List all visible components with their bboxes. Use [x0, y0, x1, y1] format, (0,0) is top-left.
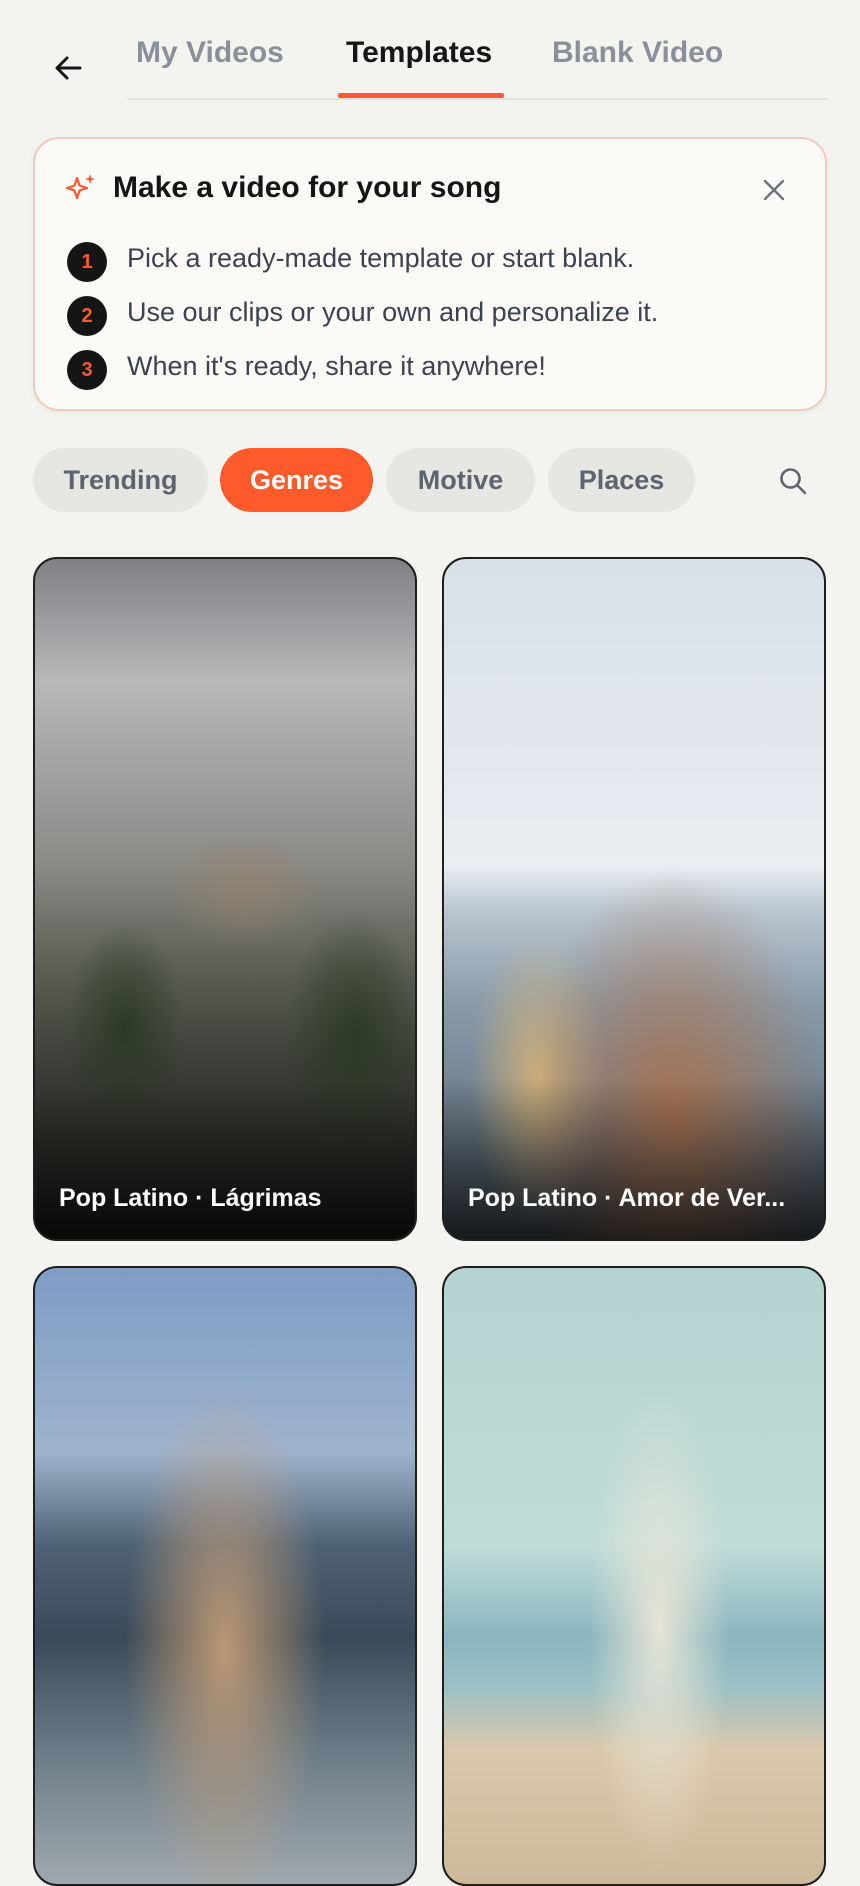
- template-card[interactable]: [442, 1266, 826, 1886]
- step-item: 1 Pick a ready-made template or start bl…: [67, 231, 658, 285]
- close-button[interactable]: [757, 173, 791, 207]
- chip-places[interactable]: Places: [548, 448, 695, 512]
- song-video-info-card: Make a video for your song 1 Pick a read…: [33, 137, 827, 411]
- template-card[interactable]: [33, 1266, 417, 1886]
- step-item: 2 Use our clips or your own and personal…: [67, 285, 658, 339]
- search-button[interactable]: [772, 460, 814, 502]
- step-text: Pick a ready-made template or start blan…: [127, 242, 635, 273]
- step-number-badge: 3: [67, 350, 107, 390]
- template-card[interactable]: Pop Latino · Lágrimas: [33, 557, 417, 1241]
- step-number-badge: 2: [67, 296, 107, 336]
- tab-my-videos[interactable]: My Videos: [136, 36, 284, 70]
- back-button[interactable]: [44, 44, 92, 92]
- sparkle-icon: [65, 172, 97, 204]
- chip-genres[interactable]: Genres: [220, 448, 373, 512]
- card-title-row: Make a video for your song: [65, 171, 501, 205]
- step-number-badge: 1: [67, 242, 107, 282]
- search-icon: [780, 468, 807, 495]
- close-icon: [763, 179, 785, 201]
- step-item: 3 When it's ready, share it anywhere!: [67, 339, 658, 393]
- tab-templates[interactable]: Templates: [346, 36, 492, 70]
- step-text: When it's ready, share it anywhere!: [127, 350, 546, 381]
- step-text: Use our clips or your own and personaliz…: [127, 296, 659, 327]
- tab-bar: My Videos Templates Blank Video: [127, 0, 827, 100]
- card-title: Make a video for your song: [113, 171, 502, 204]
- chip-trending[interactable]: Trending: [33, 448, 208, 512]
- card-fade-overlay: [35, 1079, 415, 1239]
- tab-blank-video[interactable]: Blank Video: [552, 36, 723, 70]
- template-label: Pop Latino · Amor de Ver...: [468, 1184, 786, 1212]
- template-label: Pop Latino · Lágrimas: [59, 1184, 322, 1212]
- card-fade-overlay: [444, 1079, 824, 1239]
- active-tab-indicator: [338, 93, 504, 98]
- chip-motive[interactable]: Motive: [386, 448, 535, 512]
- steps-list: 1 Pick a ready-made template or start bl…: [67, 231, 658, 393]
- header: My Videos Templates Blank Video: [0, 0, 860, 100]
- arrow-left-icon: [55, 56, 82, 80]
- template-card[interactable]: Pop Latino · Amor de Ver...: [442, 557, 826, 1241]
